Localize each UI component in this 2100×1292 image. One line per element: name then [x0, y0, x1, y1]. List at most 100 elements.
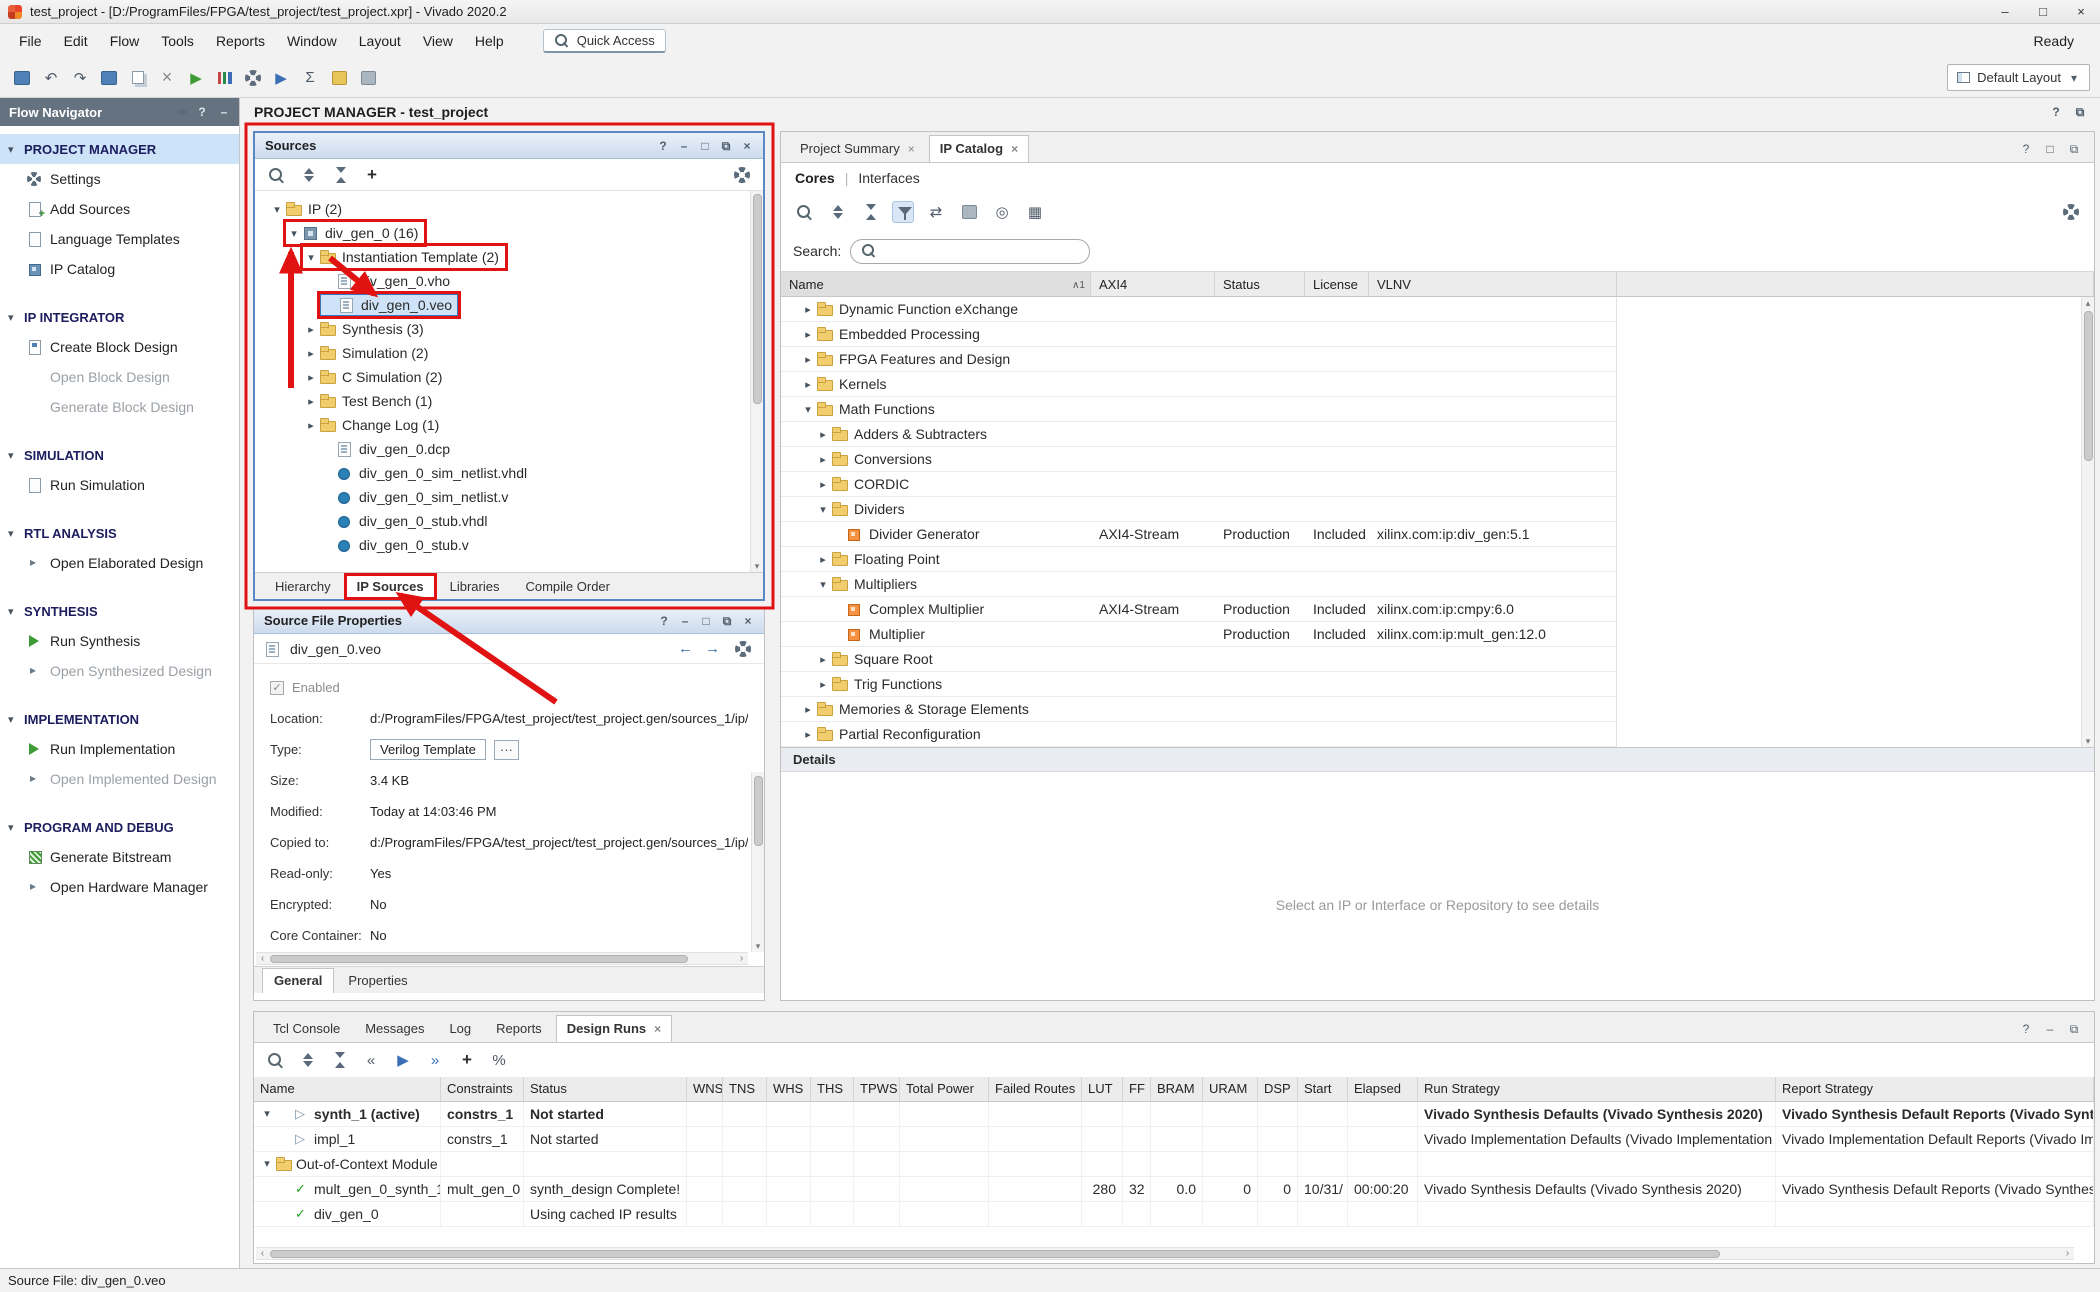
sources-tree-item[interactable]: div_gen_0_stub.vhdl: [255, 509, 763, 533]
expander-icon[interactable]: [800, 378, 816, 391]
details-header[interactable]: Details: [781, 747, 2094, 772]
minimize-panel-icon[interactable]: [218, 105, 230, 119]
horizontal-scrollbar[interactable]: [256, 952, 748, 965]
back-icon[interactable]: [678, 642, 693, 656]
sources-tree-item[interactable]: Change Log (1): [255, 413, 763, 437]
flow-nav-item[interactable]: IMPLEMENTATION: [0, 704, 239, 734]
design-run-row[interactable]: impl_1 constrs_1 Not started: [254, 1127, 2094, 1152]
ip-catalog-row[interactable]: Kernels: [781, 372, 1617, 397]
add-icon[interactable]: [456, 1049, 478, 1071]
expander-icon[interactable]: [286, 227, 302, 240]
help-icon[interactable]: [2020, 1022, 2032, 1036]
redo-icon[interactable]: ↷: [68, 66, 92, 90]
interfaces-tab[interactable]: Interfaces: [858, 170, 919, 186]
flow-nav-item[interactable]: Run Implementation: [0, 734, 239, 764]
column-header[interactable]: FF: [1123, 1077, 1151, 1101]
column-header[interactable]: Total Power: [900, 1077, 989, 1101]
menu-item[interactable]: Help: [464, 33, 515, 49]
expander-icon[interactable]: [259, 1102, 275, 1126]
flow-nav-item[interactable]: Open Elaborated Design: [0, 548, 239, 578]
expander-icon[interactable]: [815, 453, 831, 466]
expander-icon[interactable]: [259, 1152, 275, 1176]
sources-tree-item[interactable]: div_gen_0_sim_netlist.v: [255, 485, 763, 509]
expander-icon[interactable]: [303, 371, 319, 384]
settings-gear-icon[interactable]: [731, 164, 753, 186]
column-header-license[interactable]: License: [1305, 272, 1369, 296]
bottom-tab[interactable]: Log: [438, 1015, 482, 1042]
column-header[interactable]: WNS: [687, 1077, 723, 1101]
menu-item[interactable]: Tools: [150, 33, 205, 49]
flow-nav-item[interactable]: RTL ANALYSIS: [0, 518, 239, 548]
expander-icon[interactable]: [303, 419, 319, 432]
collapse-all-icon[interactable]: [170, 104, 186, 120]
ip-catalog-row[interactable]: Embedded Processing: [781, 322, 1617, 347]
percent-icon[interactable]: %: [488, 1049, 510, 1071]
run-icon[interactable]: ▶: [184, 66, 208, 90]
minimize-panel-icon[interactable]: [2044, 1022, 2056, 1036]
ip-catalog-row[interactable]: Floating Point: [781, 547, 1617, 572]
flow-nav-item[interactable]: Run Synthesis: [0, 626, 239, 656]
sources-tree-item[interactable]: Simulation (2): [255, 341, 763, 365]
go-first-icon[interactable]: «: [360, 1049, 382, 1071]
expander-icon[interactable]: [800, 703, 816, 716]
ip-catalog-row[interactable]: Math Functions: [781, 397, 1617, 422]
sum-icon[interactable]: Σ: [298, 66, 322, 90]
properties-panel-header[interactable]: Source File Properties: [254, 608, 764, 634]
maximize-panel-icon[interactable]: [2044, 142, 2056, 156]
column-header[interactable]: URAM: [1203, 1077, 1258, 1101]
probe-icon[interactable]: [356, 66, 380, 90]
ip-catalog-row[interactable]: Multipliers: [781, 572, 1617, 597]
column-header[interactable]: Name: [254, 1077, 441, 1101]
help-icon[interactable]: [658, 614, 670, 628]
delete-icon[interactable]: ×: [155, 66, 179, 90]
open-project-icon[interactable]: [10, 66, 34, 90]
sources-tree-item[interactable]: Synthesis (3): [255, 317, 763, 341]
collapse-all-icon[interactable]: [296, 1049, 318, 1071]
menu-item[interactable]: File: [8, 33, 53, 49]
sources-tab[interactable]: Hierarchy: [263, 574, 343, 599]
column-header[interactable]: TPWS: [854, 1077, 900, 1101]
flow-nav-item[interactable]: Open Synthesized Design: [0, 656, 239, 686]
expander-icon[interactable]: [815, 503, 831, 516]
collapse-all-icon[interactable]: [826, 201, 848, 223]
ip-catalog-row[interactable]: Memories & Storage Elements: [781, 697, 1617, 722]
vertical-scrollbar[interactable]: [2081, 297, 2094, 747]
design-run-row[interactable]: synth_1 (active) constrs_1 Not started: [254, 1102, 2094, 1127]
sources-tree-item[interactable]: div_gen_0_sim_netlist.vhdl: [255, 461, 763, 485]
help-icon[interactable]: [2050, 105, 2062, 119]
sources-tab[interactable]: Libraries: [438, 574, 512, 599]
column-header[interactable]: DSP: [1258, 1077, 1298, 1101]
ip-catalog-row[interactable]: Dividers: [781, 497, 1617, 522]
compare-icon[interactable]: ⇄: [925, 201, 947, 223]
sources-tree-item[interactable]: Instantiation Template (2): [255, 245, 763, 269]
column-header[interactable]: Status: [524, 1077, 687, 1101]
design-run-row[interactable]: mult_gen_0_synth_1 mult_gen_0 synth_desi…: [254, 1177, 2094, 1202]
search-icon[interactable]: [265, 164, 287, 186]
column-header[interactable]: TNS: [723, 1077, 767, 1101]
flow-nav-item[interactable]: Open Block Design: [0, 362, 239, 392]
expander-icon[interactable]: [303, 323, 319, 336]
ip-catalog-row[interactable]: Multiplier Production Included xilinx.co…: [781, 622, 1617, 647]
minimize-button[interactable]: –: [1986, 0, 2024, 23]
design-run-row[interactable]: div_gen_0 Using cached IP results: [254, 1202, 2094, 1227]
float-panel-icon[interactable]: [721, 614, 733, 628]
vertical-scrollbar[interactable]: [750, 191, 763, 572]
tools-icon[interactable]: [958, 201, 980, 223]
sources-tab[interactable]: Compile Order: [513, 574, 622, 599]
column-header[interactable]: BRAM: [1151, 1077, 1203, 1101]
minimize-panel-icon[interactable]: [678, 139, 690, 153]
ip-catalog-row[interactable]: Trig Functions: [781, 672, 1617, 697]
column-header-status[interactable]: Status: [1215, 272, 1305, 296]
ip-catalog-row[interactable]: Adders & Subtracters: [781, 422, 1617, 447]
expander-icon[interactable]: [815, 428, 831, 441]
sources-tab[interactable]: IP Sources: [345, 574, 436, 599]
search-icon[interactable]: [793, 201, 815, 223]
menu-item[interactable]: Flow: [99, 33, 151, 49]
close-button[interactable]: ×: [2062, 0, 2100, 23]
sources-panel-header[interactable]: Sources: [255, 133, 763, 159]
settings-gear-icon[interactable]: [2060, 201, 2082, 223]
sources-tree-item[interactable]: div_gen_0_stub.v: [255, 533, 763, 557]
expander-icon[interactable]: [800, 353, 816, 366]
add-source-icon[interactable]: [361, 164, 383, 186]
expander-icon[interactable]: [800, 303, 816, 316]
